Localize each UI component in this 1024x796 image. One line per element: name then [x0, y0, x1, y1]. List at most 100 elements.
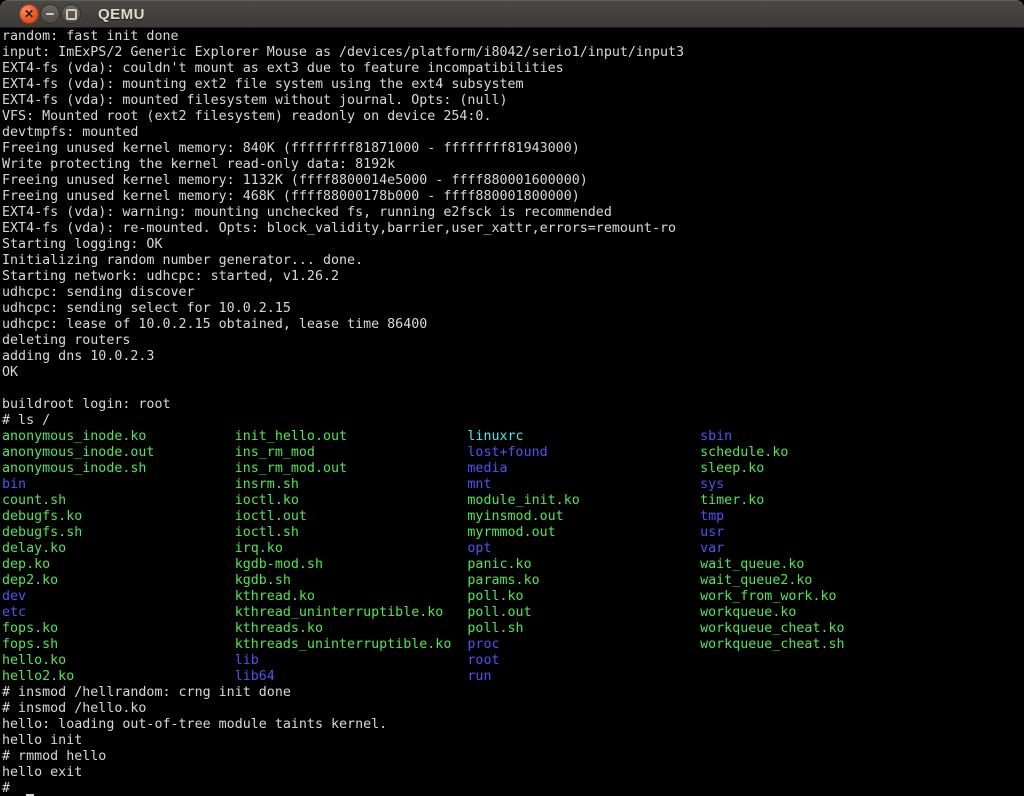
console-line: EXT4-fs (vda): re-mounted. Opts: block_v… — [2, 221, 1024, 237]
ls-entry: irq.ko — [235, 541, 468, 556]
ls-entry: hello.ko — [2, 653, 235, 668]
ls-entry: ioctl.out — [235, 509, 468, 524]
ls-entry: lib64 — [235, 669, 468, 684]
ls-row: etc kthread_uninterruptible.ko poll.out … — [2, 605, 1024, 621]
ls-row: dep.ko kgdb-mod.sh panic.ko wait_queue.k… — [2, 557, 1024, 573]
ls-entry: init_hello.out — [235, 429, 468, 444]
ls-row: debugfs.ko ioctl.out myinsmod.out tmp — [2, 509, 1024, 525]
ls-entry: workqueue_cheat.sh — [700, 637, 844, 652]
console-line: # rmmod hello — [2, 749, 1024, 765]
ls-entry: timer.ko — [700, 493, 764, 508]
ls-entry: usr — [700, 525, 724, 540]
ls-entry: lost+found — [467, 445, 700, 460]
ls-entry: myinsmod.out — [467, 509, 700, 524]
ls-entry: anonymous_inode.sh — [2, 461, 235, 476]
ls-entry: linuxrc — [467, 429, 700, 444]
console-line: Freeing unused kernel memory: 468K (ffff… — [2, 189, 1024, 205]
maximize-icon — [66, 9, 77, 20]
ls-entry: debugfs.ko — [2, 509, 235, 524]
ls-entry: delay.ko — [2, 541, 235, 556]
ls-entry: panic.ko — [467, 557, 700, 572]
ls-entry: work_from_work.ko — [700, 589, 836, 604]
ls-entry: mnt — [467, 477, 700, 492]
terminal-screen[interactable]: random: fast init doneinput: ImExPS/2 Ge… — [0, 28, 1024, 796]
ls-entry: kgdb-mod.sh — [235, 557, 468, 572]
console-line: Initializing random number generator... … — [2, 253, 1024, 269]
ls-entry: sys — [700, 477, 724, 492]
minimize-button[interactable] — [40, 4, 60, 24]
console-line: buildroot login: root — [2, 397, 1024, 413]
console-line: input: ImExPS/2 Generic Explorer Mouse a… — [2, 45, 1024, 61]
ls-entry: ioctl.sh — [235, 525, 468, 540]
ls-entry: bin — [2, 477, 235, 492]
ls-row: bin insrm.sh mnt sys — [2, 477, 1024, 493]
console-line: Starting logging: OK — [2, 237, 1024, 253]
ls-entry: var — [700, 541, 724, 556]
ls-row: fops.ko kthreads.ko poll.sh workqueue_ch… — [2, 621, 1024, 637]
console-line: hello init — [2, 733, 1024, 749]
console-line: udhcpc: lease of 10.0.2.15 obtained, lea… — [2, 317, 1024, 333]
ls-entry: kthread.ko — [235, 589, 468, 604]
ls-row: dep2.ko kgdb.sh params.ko wait_queue2.ko — [2, 573, 1024, 589]
ls-entry: kgdb.sh — [235, 573, 468, 588]
ls-entry: proc — [467, 637, 700, 652]
ls-entry: count.sh — [2, 493, 235, 508]
close-button[interactable]: ✕ — [19, 4, 39, 24]
ls-entry: insrm.sh — [235, 477, 468, 492]
ls-entry: anonymous_inode.out — [2, 445, 235, 460]
window-title: QEMU — [98, 6, 145, 23]
ls-entry: run — [467, 669, 491, 684]
prompt-line: # — [2, 781, 1024, 796]
ls-row: count.sh ioctl.ko module_init.ko timer.k… — [2, 493, 1024, 509]
ls-entry: workqueue.ko — [700, 605, 796, 620]
console-line: OK — [2, 365, 1024, 381]
ls-entry: etc — [2, 605, 235, 620]
console-line: EXT4-fs (vda): mounted filesystem withou… — [2, 93, 1024, 109]
ls-entry: root — [467, 653, 499, 668]
console-line — [2, 381, 1024, 397]
ls-entry: kthreads.ko — [235, 621, 468, 636]
ls-entry: poll.ko — [467, 589, 700, 604]
ls-row: anonymous_inode.ko init_hello.out linuxr… — [2, 429, 1024, 445]
ls-entry: ioctl.ko — [235, 493, 468, 508]
console-line: udhcpc: sending discover — [2, 285, 1024, 301]
ls-entry: lib — [235, 653, 468, 668]
ls-entry: wait_queue2.ko — [700, 573, 812, 588]
console-line: hello: loading out-of-tree module taints… — [2, 717, 1024, 733]
ls-entry: workqueue_cheat.ko — [700, 621, 844, 636]
ls-entry: params.ko — [467, 573, 700, 588]
ls-row: hello2.ko lib64 run — [2, 669, 1024, 685]
ls-entry: ins_rm_mod — [235, 445, 468, 460]
ls-row: debugfs.sh ioctl.sh myrmmod.out usr — [2, 525, 1024, 541]
ls-row: anonymous_inode.out ins_rm_mod lost+foun… — [2, 445, 1024, 461]
ls-entry: ins_rm_mod.out — [235, 461, 468, 476]
ls-entry: media — [467, 461, 700, 476]
console-line: # ls / — [2, 413, 1024, 429]
console-line: EXT4-fs (vda): couldn't mount as ext3 du… — [2, 61, 1024, 77]
minimize-icon — [46, 13, 54, 15]
ls-entry: opt — [467, 541, 700, 556]
ls-row: delay.ko irq.ko opt var — [2, 541, 1024, 557]
console-line: VFS: Mounted root (ext2 filesystem) read… — [2, 109, 1024, 125]
ls-entry: schedule.ko — [700, 445, 788, 460]
ls-row: anonymous_inode.sh ins_rm_mod.out media … — [2, 461, 1024, 477]
ls-row: dev kthread.ko poll.ko work_from_work.ko — [2, 589, 1024, 605]
console-line: # insmod /hello.ko — [2, 701, 1024, 717]
ls-entry: poll.sh — [467, 621, 700, 636]
ls-entry: wait_queue.ko — [700, 557, 804, 572]
ls-entry: debugfs.sh — [2, 525, 235, 540]
console-line: adding dns 10.0.2.3 — [2, 349, 1024, 365]
console-line: EXT4-fs (vda): mounting ext2 file system… — [2, 77, 1024, 93]
console-line: hello exit — [2, 765, 1024, 781]
ls-entry: sleep.ko — [700, 461, 764, 476]
ls-entry: myrmmod.out — [467, 525, 700, 540]
ls-entry: poll.out — [467, 605, 700, 620]
ls-entry: tmp — [700, 509, 724, 524]
console-line: Write protecting the kernel read-only da… — [2, 157, 1024, 173]
console-line: Starting network: udhcpc: started, v1.26… — [2, 269, 1024, 285]
window-titlebar[interactable]: ✕ QEMU — [0, 0, 1024, 28]
maximize-button[interactable] — [61, 4, 81, 24]
ls-entry: fops.sh — [2, 637, 235, 652]
ls-row: hello.ko lib root — [2, 653, 1024, 669]
ls-entry: anonymous_inode.ko — [2, 429, 235, 444]
